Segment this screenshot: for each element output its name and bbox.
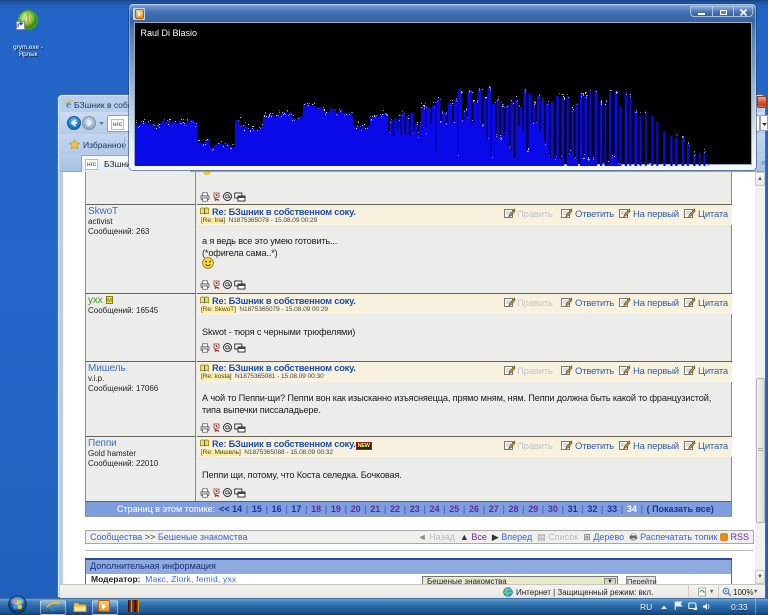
svg-text:e: e	[50, 600, 56, 613]
svg-text:e: e	[66, 99, 71, 110]
